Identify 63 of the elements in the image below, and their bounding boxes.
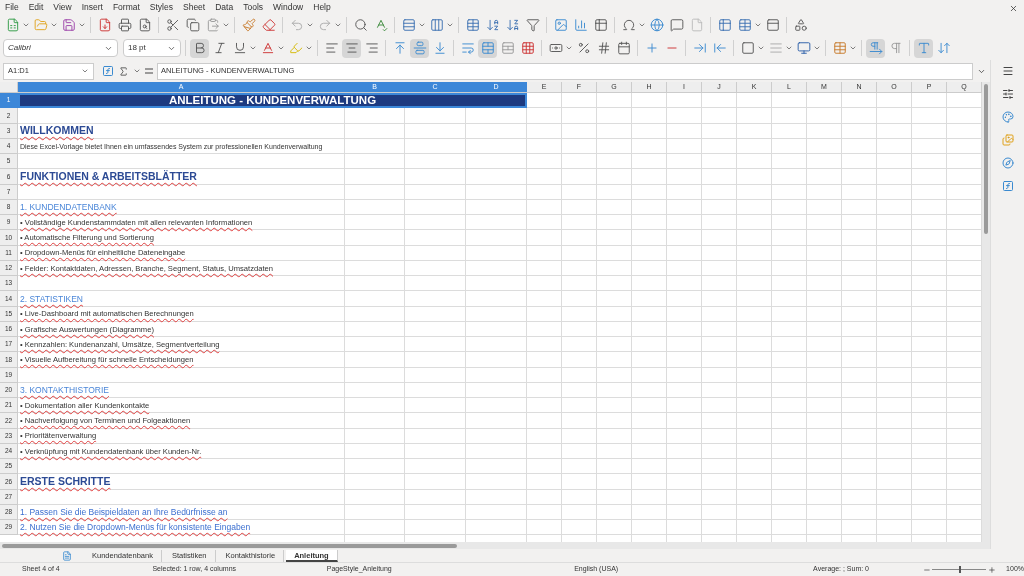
subsection-heading: 3. KONTAKTHISTORIE	[20, 384, 109, 397]
merge-center-icon[interactable]	[478, 38, 497, 58]
dropdown-caret-icon[interactable]	[222, 21, 230, 29]
align-middle-icon[interactable]	[410, 38, 429, 58]
font-size-field[interactable]: 18 pt	[123, 39, 181, 57]
section-heading: WILLKOMMEN	[20, 123, 94, 139]
dropdown-caret-icon[interactable]	[277, 44, 285, 52]
vertical-scrollbar[interactable]	[982, 82, 990, 542]
menu-item[interactable]: Sheet	[183, 0, 206, 14]
menu-item[interactable]: Tools	[243, 0, 263, 14]
section-heading: FUNKTIONEN & ARBEITSBLÄTTER	[20, 169, 197, 184]
menu-item[interactable]: Edit	[28, 0, 44, 14]
subsection-heading: 2. STATISTIKEN	[20, 292, 83, 306]
dropdown-caret-icon[interactable]	[813, 44, 821, 52]
dropdown-caret-icon[interactable]	[81, 67, 89, 75]
properties-icon[interactable]	[1001, 88, 1014, 100]
dropdown-caret-icon[interactable]	[446, 21, 454, 29]
dropdown-caret-icon[interactable]	[305, 44, 313, 52]
step-text: 2. Nutzen Sie die Dropdown-Menüs für konsistente Eingaben	[20, 521, 251, 534]
section-heading: ERSTE SCHRITTE	[20, 474, 111, 489]
menu-item[interactable]: Help	[313, 0, 331, 14]
step-text: 1. Passen Sie die Beispieldaten an Ihre Bedürfnisse an	[20, 506, 228, 519]
dropdown-caret-icon[interactable]	[418, 21, 426, 29]
navigator-icon[interactable]	[1001, 157, 1014, 169]
dropdown-caret-icon[interactable]	[334, 21, 342, 29]
close-icon[interactable]	[1009, 3, 1018, 13]
dropdown-caret-icon[interactable]	[785, 44, 793, 52]
menu-item[interactable]: File	[5, 0, 19, 14]
menu-item[interactable]: View	[53, 0, 72, 14]
menu-item[interactable]: Window	[273, 0, 304, 14]
dropdown-caret-icon[interactable]	[78, 21, 86, 29]
horizontal-scrollbar[interactable]	[0, 542, 990, 549]
dropdown-caret-icon[interactable]	[757, 44, 765, 52]
dropdown-caret-icon[interactable]	[638, 21, 646, 29]
menu-item[interactable]: Data	[215, 0, 234, 14]
left-to-right-icon[interactable]	[866, 38, 885, 58]
menu-item[interactable]: Format	[112, 0, 140, 14]
dropdown-caret-icon[interactable]	[50, 21, 58, 29]
zoom-thumb[interactable]	[959, 566, 962, 573]
menu-item[interactable]: Styles	[149, 0, 173, 14]
function-wizard-icon[interactable]	[102, 65, 114, 77]
menu-icon[interactable]	[1001, 65, 1014, 77]
align-center-icon[interactable]	[342, 38, 361, 58]
dropdown-caret-icon[interactable]	[565, 44, 573, 52]
gallery-icon[interactable]	[1001, 134, 1014, 146]
subsection-heading: 1. KUNDENDATENBANK	[20, 201, 117, 214]
functions-icon[interactable]	[1001, 180, 1014, 192]
dropdown-caret-icon[interactable]	[133, 67, 141, 75]
title-cell[interactable]: ANLEITUNG - KUNDENVERWALTUNG	[18, 93, 527, 109]
styles-icon[interactable]	[1001, 111, 1014, 123]
dropdown-caret-icon[interactable]	[22, 21, 30, 29]
font-name-field[interactable]: Calibri	[3, 39, 118, 57]
menu-item[interactable]: Insert	[81, 0, 103, 14]
equals-icon[interactable]	[145, 68, 153, 74]
dropdown-caret-icon[interactable]	[754, 21, 762, 29]
dropdown-caret-icon[interactable]	[849, 44, 857, 52]
add-sheet-icon[interactable]	[62, 551, 72, 561]
dropdown-caret-icon[interactable]	[306, 21, 314, 29]
sum-icon[interactable]	[118, 65, 129, 77]
bold-icon[interactable]	[190, 38, 209, 58]
dropdown-caret-icon[interactable]	[249, 44, 257, 52]
horizontal-text-icon[interactable]	[914, 38, 933, 58]
zoom-in-icon[interactable]	[988, 565, 997, 574]
